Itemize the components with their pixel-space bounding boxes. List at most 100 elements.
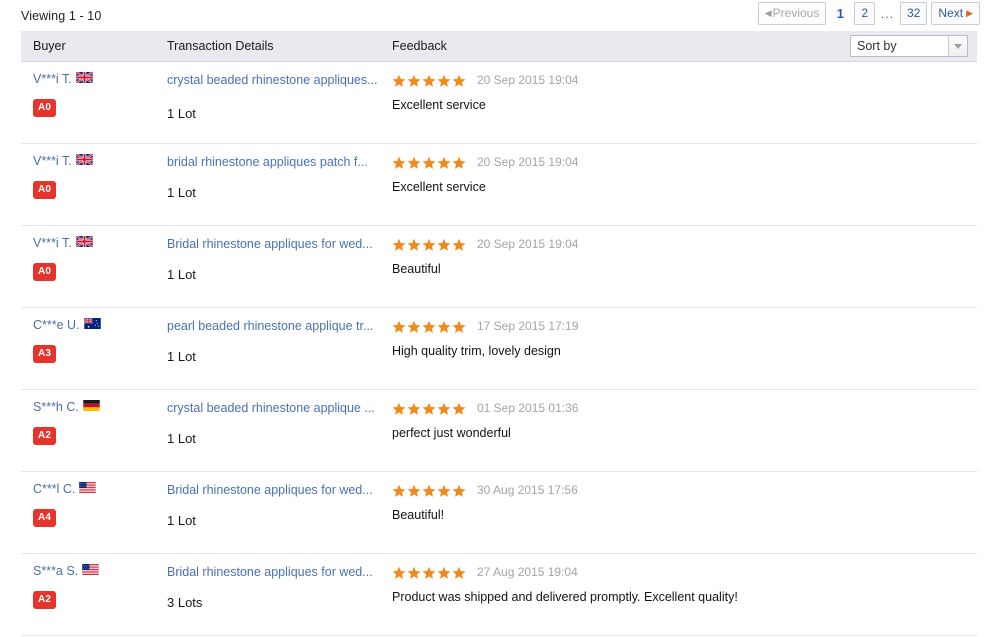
feedback-meta: 20 Sep 2015 19:04 bbox=[392, 154, 971, 170]
sort-by-dropdown[interactable]: Sort by bbox=[850, 35, 968, 57]
star-rating-icon bbox=[392, 400, 467, 415]
feedback-comment: Beautiful bbox=[392, 262, 441, 276]
column-header-transaction-details: Transaction Details bbox=[167, 39, 274, 53]
transaction-details-cell: pearl beaded rhinestone applique tr... 1 … bbox=[167, 318, 392, 389]
buyer-level-badge: A0 bbox=[33, 181, 57, 199]
buyer-identity: C***e U. bbox=[33, 318, 167, 334]
buyer-identity: V***i T. bbox=[33, 236, 167, 252]
table-row: S***a S. A2 Bridal rhinestone appliques fo… bbox=[21, 554, 977, 636]
quantity-label: 1 Lot bbox=[167, 431, 196, 446]
quantity-label: 1 Lot bbox=[167, 513, 196, 528]
table-row: C***l C. A4 Bridal rhinestone appliques fo… bbox=[21, 472, 977, 554]
country-flag-au-icon bbox=[83, 318, 101, 329]
product-title-link[interactable]: pearl beaded rhinestone applique tr... bbox=[167, 318, 379, 334]
buyer-cell: C***e U. A3 bbox=[21, 318, 167, 389]
feedback-comment: Excellent service bbox=[392, 180, 486, 194]
next-page-button[interactable]: Next ▶ bbox=[931, 2, 980, 25]
buyer-cell: V***i T. A0 bbox=[21, 236, 167, 307]
feedback-comment: Excellent service bbox=[392, 98, 486, 112]
star-rating-icon bbox=[392, 72, 467, 87]
column-header-buyer: Buyer bbox=[33, 39, 66, 53]
buyer-level-badge: A0 bbox=[33, 99, 57, 117]
feedback-cell: 01 Sep 2015 01:36 perfect just wonderful bbox=[392, 400, 977, 471]
top-bar: Viewing 1 - 10 ◀Previous 1 2 ... 32 Next… bbox=[0, 0, 985, 31]
feedback-cell: 27 Aug 2015 19:04 Product was shipped and… bbox=[392, 564, 977, 635]
feedback-comment: Product was shipped and delivered prompt… bbox=[392, 590, 738, 604]
country-flag-gb-icon bbox=[75, 154, 93, 165]
feedback-meta: 20 Sep 2015 19:04 bbox=[392, 72, 971, 88]
buyer-name[interactable]: V***i T. bbox=[33, 72, 72, 86]
product-title-link[interactable]: Bridal rhinestone appliques for wed... bbox=[167, 482, 379, 498]
buyer-name[interactable]: C***l C. bbox=[33, 482, 75, 496]
buyer-cell: C***l C. A4 bbox=[21, 482, 167, 553]
transaction-details-cell: bridal rhinestone appliques patch f... 1 … bbox=[167, 154, 392, 225]
feedback-date: 20 Sep 2015 19:04 bbox=[477, 155, 579, 169]
next-page-label: Next bbox=[938, 6, 964, 20]
page-button-1[interactable]: 1 bbox=[830, 3, 850, 25]
product-title-link[interactable]: crystal beaded rhinestone appliques... bbox=[167, 72, 379, 88]
transaction-details-cell: crystal beaded rhinestone appliques... 1 … bbox=[167, 72, 392, 143]
buyer-identity: V***i T. bbox=[33, 72, 167, 88]
star-rating-icon bbox=[392, 154, 467, 169]
transaction-details-cell: Bridal rhinestone appliques for wed... 3 … bbox=[167, 564, 392, 635]
feedback-cell: 20 Sep 2015 19:04 Excellent service bbox=[392, 154, 977, 225]
feedback-meta: 17 Sep 2015 17:19 bbox=[392, 318, 971, 334]
star-rating-icon bbox=[392, 236, 467, 251]
pagination: ◀Previous 1 2 ... 32 Next ▶ bbox=[757, 2, 980, 25]
transaction-details-cell: Bridal rhinestone appliques for wed... 1 … bbox=[167, 236, 392, 307]
chevron-left-icon: ◀ bbox=[764, 8, 772, 18]
buyer-name[interactable]: C***e U. bbox=[33, 318, 80, 332]
page-button-2[interactable]: 2 bbox=[854, 2, 876, 25]
buyer-level-badge: A2 bbox=[33, 427, 57, 445]
buyer-level-badge: A3 bbox=[33, 345, 57, 363]
previous-page-button[interactable]: ◀Previous bbox=[757, 2, 827, 25]
country-flag-us-icon bbox=[82, 564, 99, 575]
buyer-cell: V***i T. A0 bbox=[21, 154, 167, 225]
feedback-meta: 30 Aug 2015 17:56 bbox=[392, 482, 971, 498]
chevron-right-icon: ▶ bbox=[966, 8, 973, 18]
table-row: V***i T. A0 Bridal rhinestone appliques fo… bbox=[21, 226, 977, 308]
sort-by-label: Sort by bbox=[857, 39, 897, 53]
table-row: C***e U. A3 pearl beaded rhinestone appliq… bbox=[21, 308, 977, 390]
buyer-identity: C***l C. bbox=[33, 482, 167, 498]
feedback-meta: 20 Sep 2015 19:04 bbox=[392, 236, 971, 252]
table-header-row: Buyer Transaction Details Feedback Sort … bbox=[21, 31, 977, 62]
feedback-comment: Beautiful! bbox=[392, 508, 445, 522]
feedback-table: Buyer Transaction Details Feedback Sort … bbox=[21, 31, 977, 636]
chevron-down-icon bbox=[948, 36, 967, 56]
buyer-identity: V***i T. bbox=[33, 154, 167, 170]
pagination-ellipsis: ... bbox=[881, 6, 895, 21]
buyer-name[interactable]: V***i T. bbox=[33, 236, 72, 250]
table-row: S***h C. A2 crystal beaded rhinestone appl… bbox=[21, 390, 977, 472]
quantity-label: 1 Lot bbox=[167, 106, 196, 121]
feedback-comment: perfect just wonderful bbox=[392, 426, 511, 440]
quantity-label: 3 Lots bbox=[167, 595, 203, 610]
table-row: V***i T. A0 crystal beaded rhinestone appl… bbox=[21, 62, 977, 144]
transaction-details-cell: crystal beaded rhinestone applique ... 1 … bbox=[167, 400, 392, 471]
transaction-details-cell: Bridal rhinestone appliques for wed... 1 … bbox=[167, 482, 392, 553]
buyer-name[interactable]: V***i T. bbox=[33, 154, 72, 168]
product-title-link[interactable]: bridal rhinestone appliques patch f... bbox=[167, 154, 379, 170]
buyer-cell: S***a S. A2 bbox=[21, 564, 167, 635]
product-title-link[interactable]: crystal beaded rhinestone applique ... bbox=[167, 400, 379, 416]
product-title-link[interactable]: Bridal rhinestone appliques for wed... bbox=[167, 564, 379, 580]
country-flag-us-icon bbox=[79, 482, 97, 493]
buyer-identity: S***h C. bbox=[33, 400, 167, 416]
buyer-level-badge: A2 bbox=[33, 591, 57, 609]
feedback-cell: 30 Aug 2015 17:56 Beautiful! bbox=[392, 482, 977, 553]
quantity-label: 1 Lot bbox=[167, 267, 196, 282]
table-row: V***i T. A0 bridal rhinestone appliques pa… bbox=[21, 144, 977, 226]
quantity-label: 1 Lot bbox=[167, 349, 196, 364]
feedback-meta: 01 Sep 2015 01:36 bbox=[392, 400, 971, 416]
buyer-name[interactable]: S***a S. bbox=[33, 564, 78, 578]
feedback-page: Viewing 1 - 10 ◀Previous 1 2 ... 32 Next… bbox=[0, 0, 985, 637]
buyer-name[interactable]: S***h C. bbox=[33, 400, 79, 414]
feedback-comment: High quality trim, lovely design bbox=[392, 344, 561, 358]
feedback-date: 30 Aug 2015 17:56 bbox=[477, 483, 578, 497]
quantity-label: 1 Lot bbox=[167, 185, 196, 200]
page-button-32[interactable]: 32 bbox=[900, 2, 928, 25]
feedback-meta: 27 Aug 2015 19:04 bbox=[392, 564, 971, 580]
viewing-count-label: Viewing 1 - 10 bbox=[21, 8, 102, 23]
product-title-link[interactable]: Bridal rhinestone appliques for wed... bbox=[167, 236, 379, 252]
feedback-date: 20 Sep 2015 19:04 bbox=[477, 237, 579, 251]
